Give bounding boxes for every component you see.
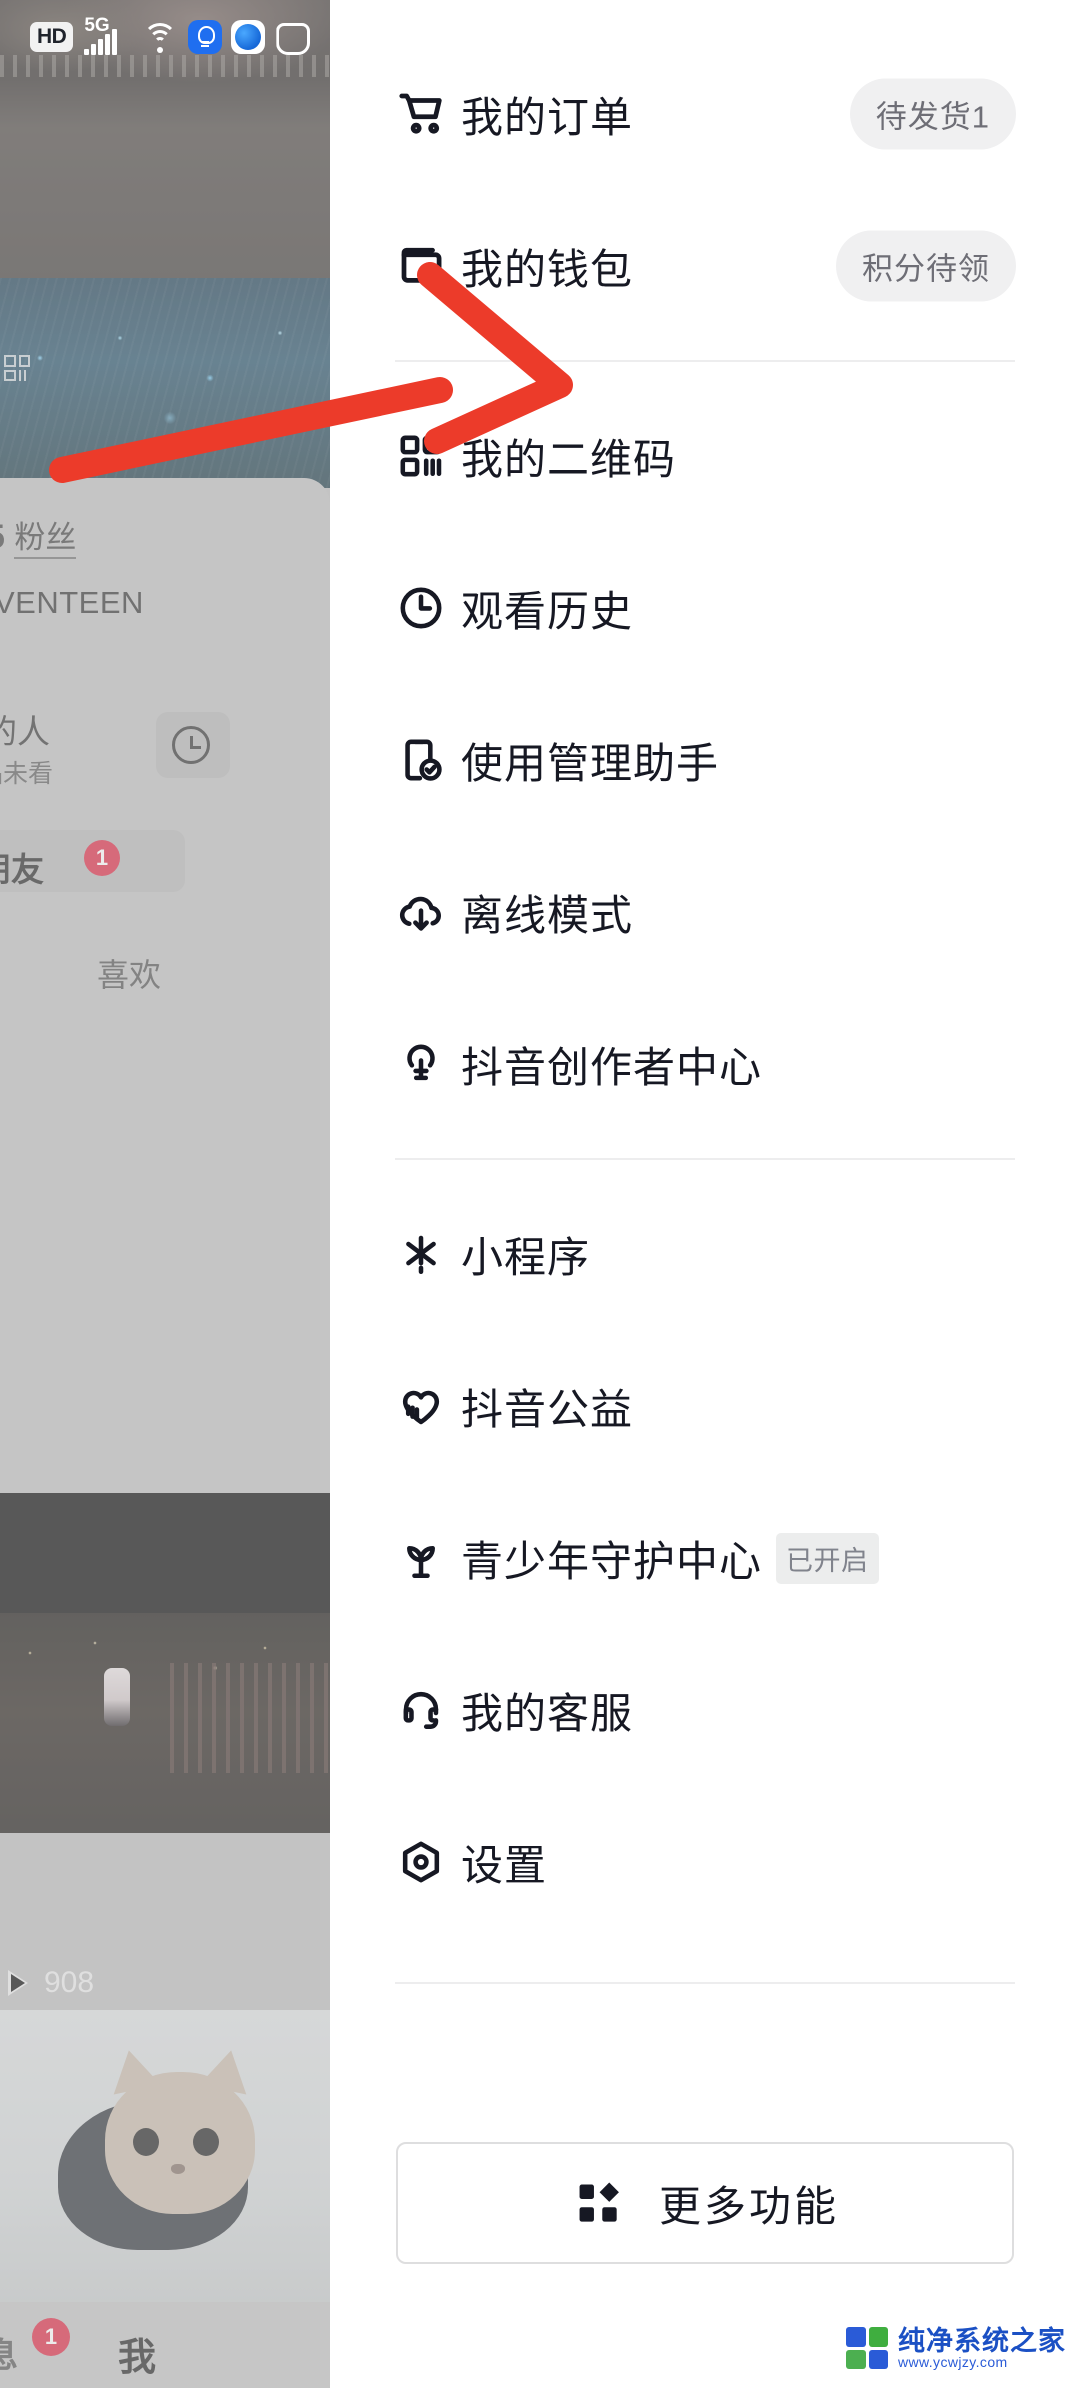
background-app: 5 粉丝 VENTEEN 的人 品未看 朋友 1 喜欢 908 息 1 我 — [0, 0, 330, 2388]
background-unseen-text: 品未看 — [0, 760, 54, 788]
menu-item-label: 我的订单 — [461, 93, 634, 141]
menu-item-youth-guardian[interactable]: 青少年守护中心 已开启 — [330, 1482, 1080, 1634]
menu-item-label: 我的客服 — [461, 1689, 634, 1737]
followers-label: 粉丝 — [14, 520, 77, 559]
wallet-status-badge[interactable]: 积分待领 — [836, 230, 1016, 302]
sprout-icon — [395, 1532, 461, 1584]
background-profile-sheet — [0, 478, 330, 1493]
side-drawer-panel: 我的订单 待发货1 我的钱包 积分待领 我的二维码 观看历史 使用管理助手 离线… — [330, 0, 1080, 2388]
menu-divider-2 — [395, 1158, 1015, 1160]
menu-item-label: 抖音创作者中心 — [461, 1043, 763, 1091]
menu-item-charity[interactable]: 抖音公益 — [330, 1330, 1080, 1482]
background-friends-text: 朋友 — [0, 851, 44, 888]
signal-bars-icon: 5G — [82, 15, 132, 57]
play-icon — [8, 1970, 34, 1996]
menu-divider-1 — [395, 360, 1015, 362]
site-watermark: 纯净系统之家 www.ycwjzy.com — [846, 2327, 1066, 2370]
phone-check-icon — [395, 734, 461, 786]
background-qr-icon — [4, 355, 30, 381]
menu-item-label: 离线模式 — [461, 891, 634, 939]
menu-item-watch-history[interactable]: 观看历史 — [330, 532, 1080, 684]
friends-badge: 1 — [84, 840, 120, 876]
menu-item-customer-service[interactable]: 我的客服 — [330, 1634, 1080, 1786]
menu-item-my-qr-code[interactable]: 我的二维码 — [330, 380, 1080, 532]
screen-root: 5 粉丝 VENTEEN 的人 品未看 朋友 1 喜欢 908 息 1 我 HD — [0, 0, 1080, 2388]
menu-item-label: 抖音公益 — [461, 1385, 634, 1433]
hd-badge: HD — [30, 22, 74, 52]
hand-app-icon — [274, 20, 308, 54]
play-count-value: 908 — [44, 1966, 95, 1999]
gear-hex-icon — [395, 1836, 461, 1888]
followers-count: 5 — [0, 518, 5, 556]
background-followers: 5 粉丝 — [0, 512, 77, 559]
nav-me-label: 我 — [118, 2337, 157, 2379]
menu-item-label: 青少年守护中心 — [461, 1537, 763, 1585]
menu-item-label: 我的二维码 — [461, 435, 677, 483]
watermark-url: www.ycwjzy.com — [898, 2354, 1008, 2371]
background-video-thumb-2 — [0, 2010, 330, 2302]
watermark-name: 纯净系统之家 — [898, 2325, 1066, 2356]
background-play-count: 908 — [8, 1966, 94, 2000]
menu-group-account: 我的订单 待发货1 我的钱包 积分待领 — [330, 0, 1080, 342]
menu-group-tools: 我的二维码 观看历史 使用管理助手 离线模式 抖音创作者中心 — [330, 380, 1080, 1140]
cloud-download-icon — [395, 886, 461, 938]
menu-group-services: 小程序 抖音公益 青少年守护中心 已开启 我的客服 设置 — [330, 1178, 1080, 1938]
menu-item-my-wallet[interactable]: 我的钱包 积分待领 — [330, 190, 1080, 342]
background-people-text: 的人 — [0, 713, 50, 750]
globe-app-icon — [231, 20, 266, 54]
menu-item-label: 小程序 — [461, 1233, 591, 1281]
menu-item-label: 我的钱包 — [461, 245, 634, 293]
background-video-thumb-1 — [0, 1493, 330, 1833]
menu-item-label: 观看历史 — [461, 587, 634, 635]
qr-code-icon — [395, 430, 461, 482]
menu-item-settings[interactable]: 设置 — [330, 1786, 1080, 1938]
more-features-button[interactable]: 更多功能 — [396, 2142, 1014, 2264]
lightbulb-icon — [395, 1038, 461, 1090]
menu-item-label: 使用管理助手 — [461, 739, 720, 787]
menu-item-usage-assistant[interactable]: 使用管理助手 — [330, 684, 1080, 836]
orders-status-badge[interactable]: 待发货1 — [849, 78, 1016, 150]
menu-item-label: 设置 — [461, 1841, 548, 1889]
shopping-cart-icon — [395, 87, 461, 141]
menu-divider-3 — [395, 1982, 1015, 1984]
headset-icon — [395, 1684, 461, 1736]
watermark-logo-icon — [846, 2327, 888, 2370]
more-features-label: 更多功能 — [658, 2182, 839, 2230]
mini-program-icon — [395, 1228, 461, 1280]
clock-icon — [395, 582, 461, 634]
menu-item-my-orders[interactable]: 我的订单 待发货1 — [330, 38, 1080, 190]
wifi-icon — [141, 21, 179, 53]
background-artist-name: VENTEEN — [0, 585, 144, 620]
grid-diamond-icon — [571, 2176, 625, 2230]
wallet-icon — [395, 239, 461, 293]
menu-item-offline-mode[interactable]: 离线模式 — [330, 836, 1080, 988]
clock-icon — [172, 726, 210, 764]
nav-messages-badge: 1 — [32, 2318, 70, 2356]
nav-messages-label: 息 — [0, 2337, 18, 2375]
menu-item-mini-program[interactable]: 小程序 — [330, 1178, 1080, 1330]
status-bar: HD 5G — [0, 0, 330, 74]
heart-pulse-icon — [395, 1380, 461, 1432]
background-likes-tab: 喜欢 — [97, 957, 162, 993]
bulb-app-icon — [188, 20, 223, 54]
background-city-banner — [0, 278, 330, 488]
menu-item-creator-center[interactable]: 抖音创作者中心 — [330, 988, 1080, 1140]
youth-guardian-status-badge: 已开启 — [776, 1532, 879, 1584]
